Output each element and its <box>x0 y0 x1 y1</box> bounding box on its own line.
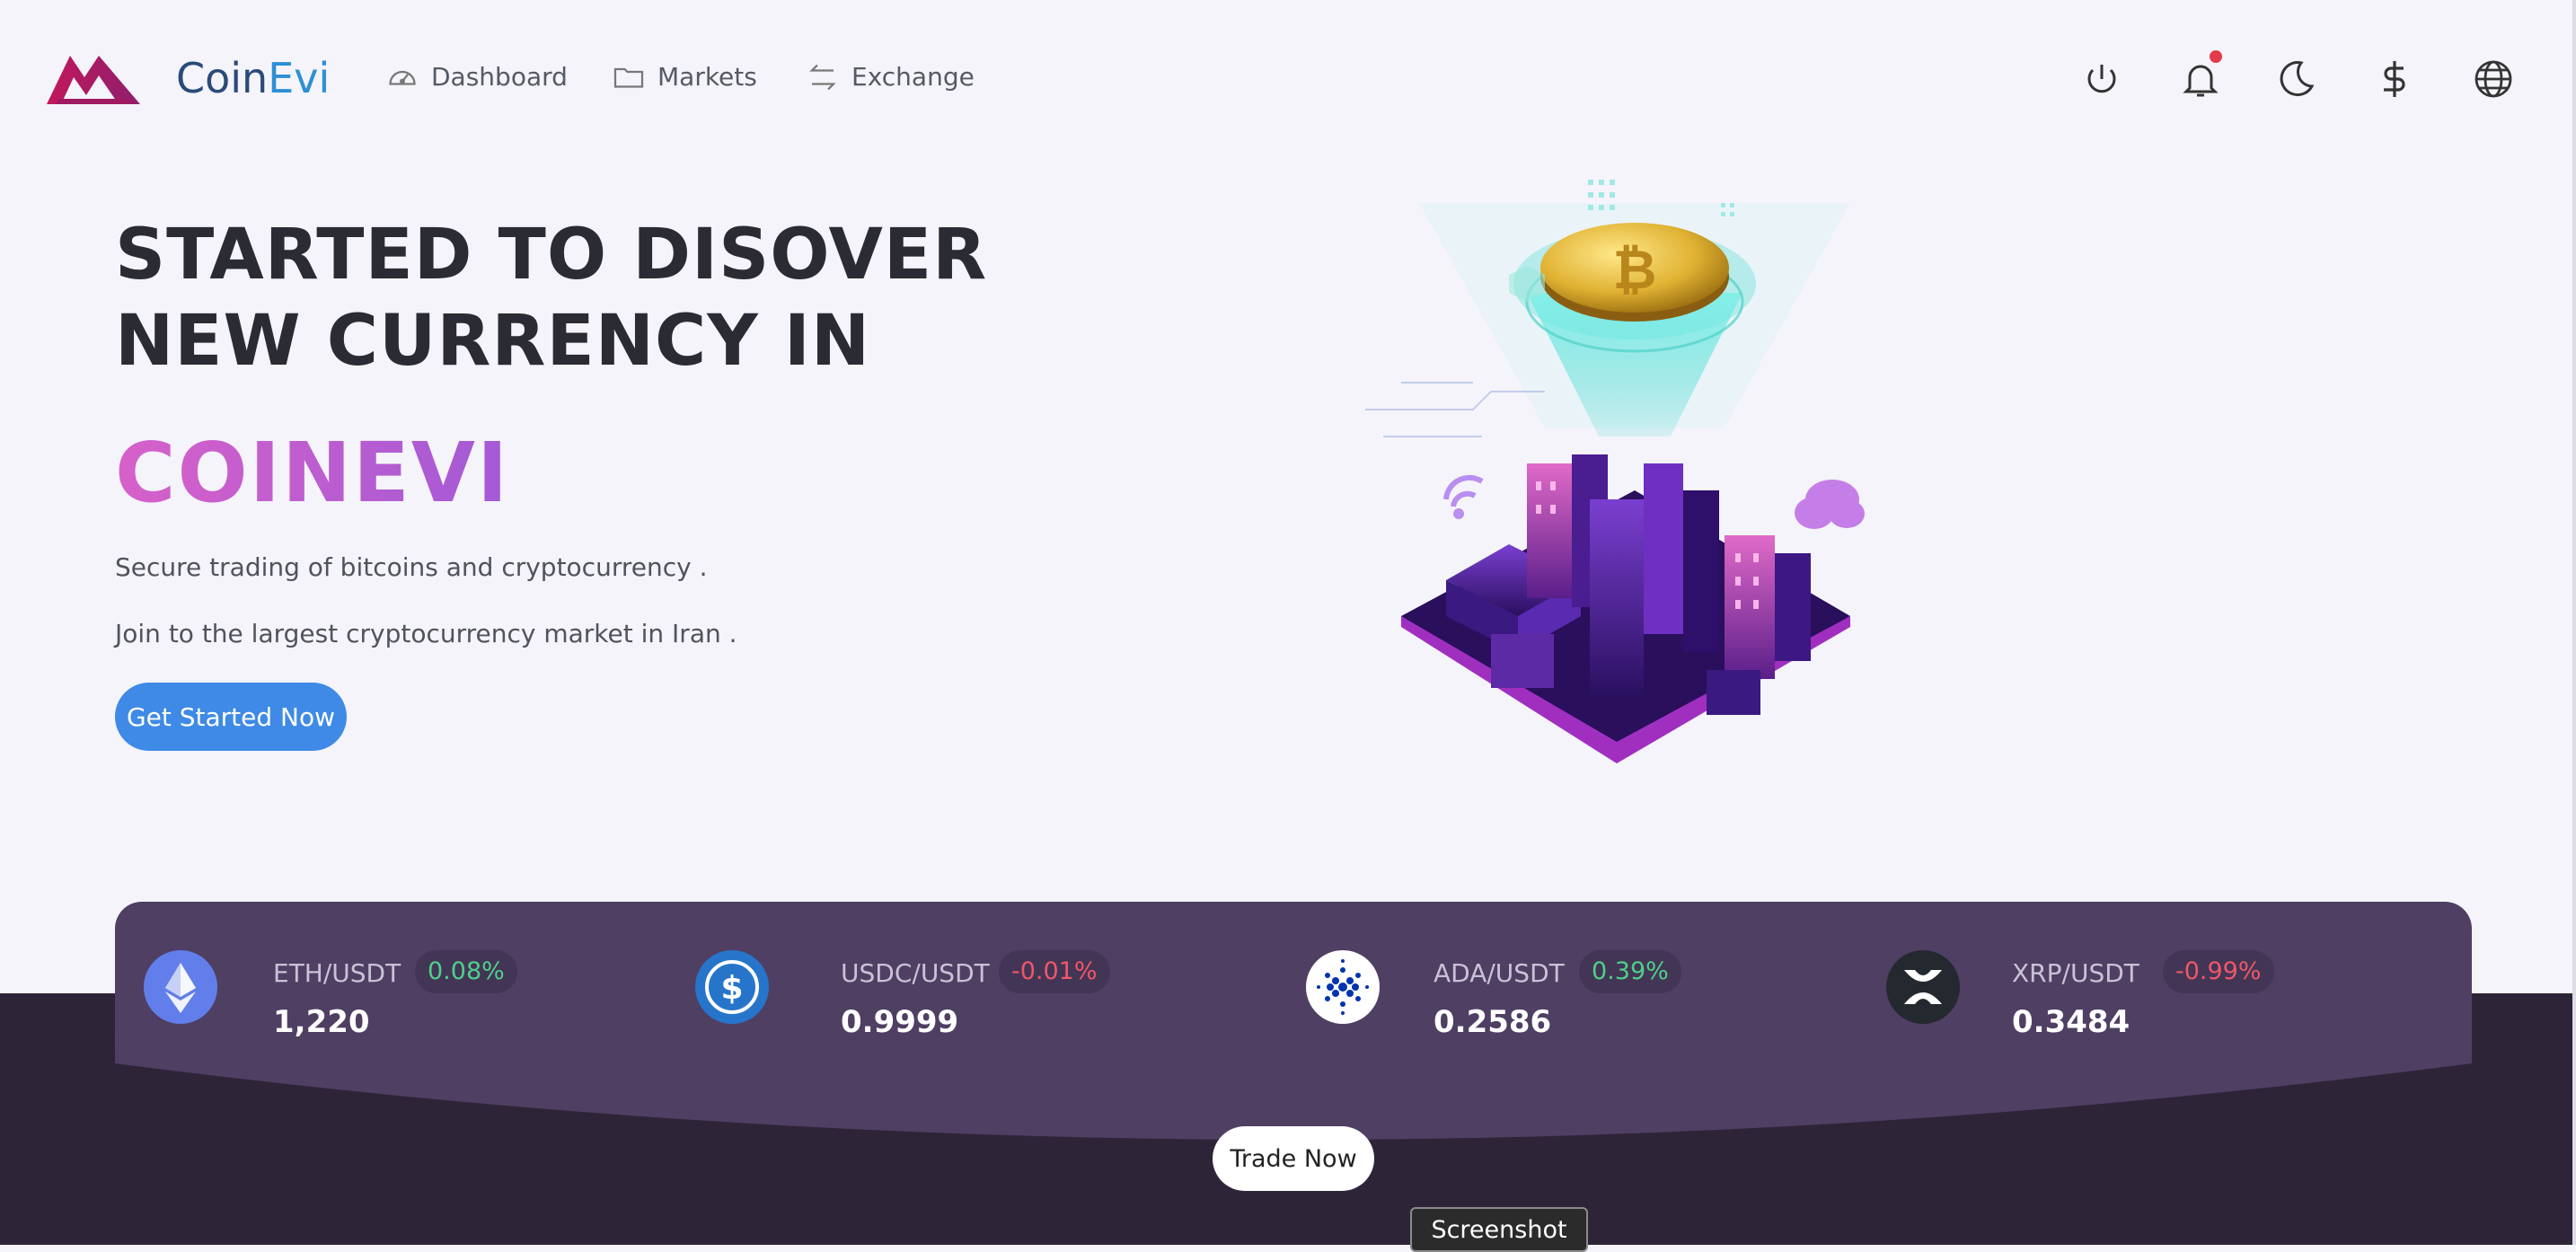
folder-icon <box>613 67 644 88</box>
currency-button[interactable] <box>2373 57 2416 101</box>
window-edge <box>2572 0 2576 1245</box>
ticker-pair: ADA/USDT <box>1434 958 1565 988</box>
language-button[interactable] <box>2472 57 2515 101</box>
get-started-button[interactable]: Get Started Now <box>115 683 347 751</box>
nav-markets-label: Markets <box>657 62 757 92</box>
ticker-pair: ETH/USDT <box>273 958 401 988</box>
globe-icon <box>2475 60 2512 98</box>
brand-name[interactable]: CoinEvi <box>176 52 330 104</box>
svg-text:$: $ <box>720 970 743 1007</box>
moon-icon <box>2280 61 2315 97</box>
ticker-change: -0.99% <box>2163 950 2274 993</box>
ethereum-icon <box>144 950 217 1024</box>
hero-title: STARTED TO DISOVER NEW CURRENCY IN <box>115 215 988 382</box>
nav-exchange[interactable]: Exchange <box>807 59 975 95</box>
ticker-item-eth[interactable]: ETH/USDT 0.08% 1,220 <box>115 902 690 1065</box>
cardano-icon <box>1306 950 1380 1024</box>
usdc-icon: $ <box>695 950 769 1024</box>
crypto-city-illustration: ₿ <box>1365 180 1865 763</box>
brand-name-coin: Coin <box>176 54 269 102</box>
bell-icon <box>2183 65 2219 97</box>
notification-dot <box>2210 50 2222 63</box>
ticker-change: 0.39% <box>1579 950 1681 993</box>
ticker-price: 0.3484 <box>2012 1004 2130 1040</box>
notifications-button[interactable] <box>2179 57 2222 101</box>
top-navbar: CoinEvi Dashboard Markets Exchange <box>0 0 2576 158</box>
theme-toggle-button[interactable] <box>2274 57 2317 101</box>
hero-tagline-2: Join to the largest cryptocurrency marke… <box>115 619 737 648</box>
exchange-arrows-icon <box>809 64 836 91</box>
ticker-price: 0.2586 <box>1434 1004 1552 1040</box>
nav-markets[interactable]: Markets <box>613 59 757 95</box>
ticker-item-usdc[interactable]: $ USDC/USDT -0.01% 0.9999 <box>690 902 1283 1065</box>
dashboard-gauge-icon <box>389 70 416 85</box>
ticker-pair: XRP/USDT <box>2012 958 2139 988</box>
hero-brand-name: COINEVI <box>115 425 510 521</box>
coinevi-logo-icon[interactable] <box>43 48 144 108</box>
brand-name-evi: Evi <box>268 54 331 102</box>
ticker-price: 0.9999 <box>841 1004 959 1040</box>
hero-tagline-1: Secure trading of bitcoins and cryptocur… <box>115 552 708 582</box>
power-button[interactable] <box>2080 57 2123 101</box>
trade-now-button[interactable]: Trade Now <box>1213 1126 1374 1191</box>
power-icon <box>2087 65 2116 93</box>
ticker-pair: USDC/USDT <box>841 958 990 988</box>
xrp-icon <box>1886 950 1960 1024</box>
screenshot-tooltip: Screenshot <box>1410 1207 1588 1252</box>
ticker-change: 0.08% <box>415 950 517 993</box>
nav-dashboard-label: Dashboard <box>431 62 568 92</box>
ticker-change: -0.01% <box>999 950 1110 993</box>
ticker-item-xrp[interactable]: XRP/USDT -0.99% 0.3484 <box>1857 902 2472 1065</box>
ticker-price: 1,220 <box>273 1004 370 1040</box>
nav-exchange-label: Exchange <box>851 62 975 92</box>
svg-text:₿: ₿ <box>1613 239 1657 302</box>
nav-dashboard[interactable]: Dashboard <box>386 59 568 95</box>
ticker-item-ada[interactable]: ADA/USDT 0.39% 0.2586 <box>1283 902 1857 1065</box>
dollar-icon <box>2384 61 2405 97</box>
